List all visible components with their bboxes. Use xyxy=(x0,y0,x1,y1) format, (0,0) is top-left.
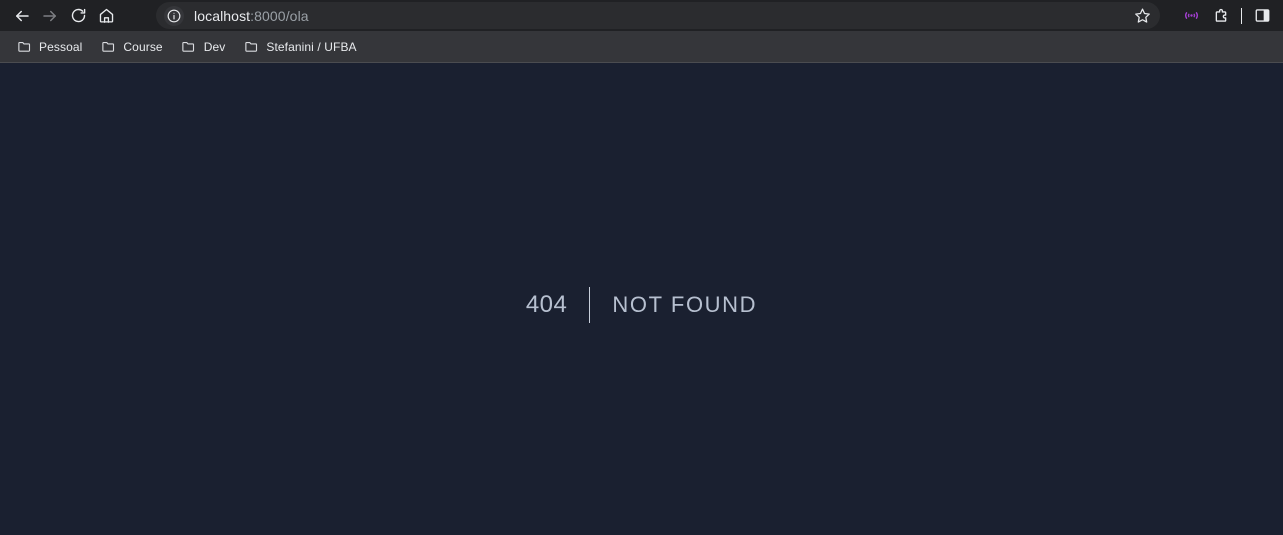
forward-button[interactable] xyxy=(36,2,64,30)
bookmark-label: Stefanini / UFBA xyxy=(266,39,357,54)
folder-icon xyxy=(243,39,259,55)
reload-button[interactable] xyxy=(64,2,92,30)
home-icon xyxy=(98,7,115,24)
cast-broadcast-icon[interactable] xyxy=(1176,1,1206,31)
toolbar-divider xyxy=(1241,7,1242,24)
arrow-right-icon xyxy=(41,7,59,25)
error-divider xyxy=(589,287,591,323)
star-icon[interactable] xyxy=(1130,4,1154,28)
url-host: localhost xyxy=(194,7,251,24)
address-bar[interactable]: localhost:8000/ola xyxy=(156,2,1160,29)
side-panel-icon[interactable] xyxy=(1247,1,1277,31)
error-block: 404 NOT FOUND xyxy=(526,287,757,323)
bookmark-folder-stefanini-ufba[interactable]: Stefanini / UFBA xyxy=(235,35,364,59)
folder-icon xyxy=(181,39,197,55)
home-button[interactable] xyxy=(92,2,120,30)
info-circle-icon[interactable] xyxy=(164,5,184,26)
arrow-left-icon xyxy=(13,7,31,25)
bookmark-label: Course xyxy=(123,39,163,54)
back-button[interactable] xyxy=(8,2,36,30)
bookmarks-bar: Pessoal Course Dev Stefanini / UFBA xyxy=(0,31,1283,63)
bookmark-label: Dev xyxy=(203,39,226,54)
folder-icon xyxy=(100,39,116,55)
error-status-code: 404 xyxy=(525,291,568,318)
url-input[interactable]: localhost:8000/ola xyxy=(194,8,1130,24)
bookmark-folder-pessoal[interactable]: Pessoal xyxy=(8,35,90,59)
bookmark-folder-course[interactable]: Course xyxy=(92,35,170,59)
browser-window: localhost:8000/ola Pessoal Course Dev St… xyxy=(0,0,1283,535)
url-path: :8000/ola xyxy=(250,7,309,24)
page-viewport: 404 NOT FOUND xyxy=(0,63,1283,535)
error-status-message: NOT FOUND xyxy=(612,292,758,317)
browser-toolbar: localhost:8000/ola xyxy=(0,0,1283,31)
puzzle-piece-icon[interactable] xyxy=(1206,1,1236,31)
toolbar-actions xyxy=(1176,0,1283,31)
reload-icon xyxy=(70,7,87,24)
error-page: 404 NOT FOUND xyxy=(0,63,1283,535)
bookmark-folder-dev[interactable]: Dev xyxy=(173,35,234,59)
bookmark-label: Pessoal xyxy=(39,39,83,54)
folder-icon xyxy=(16,39,32,55)
